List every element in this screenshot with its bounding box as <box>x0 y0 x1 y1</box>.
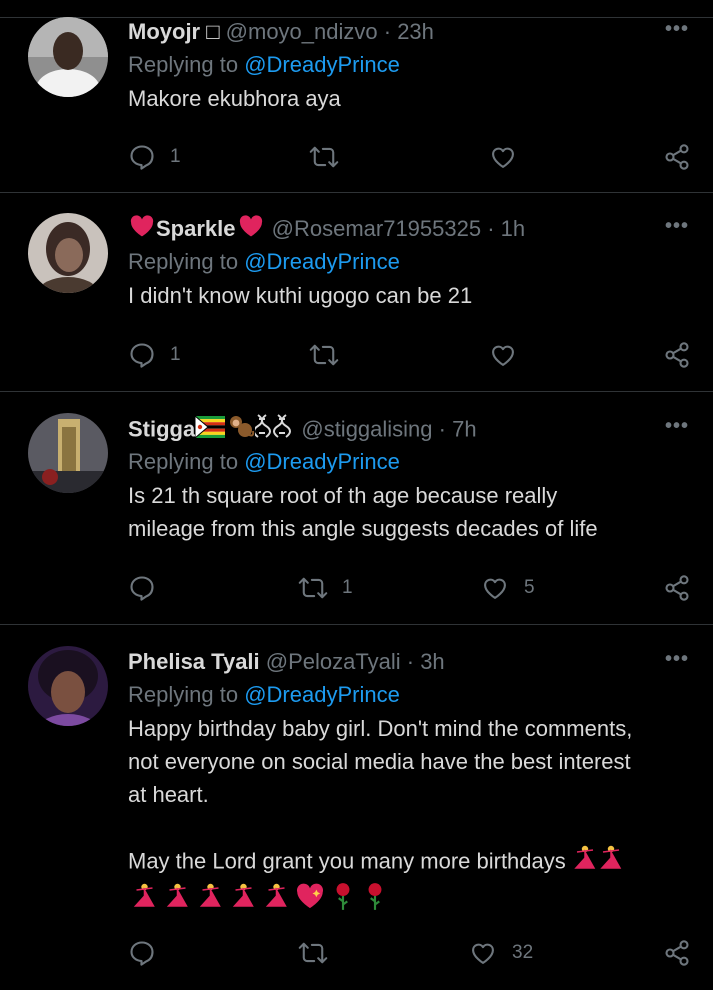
handle[interactable]: @Rosemar71955325 <box>272 216 481 241</box>
display-name[interactable]: Stigga <box>128 416 195 441</box>
tweet-divider <box>0 624 713 625</box>
like-button[interactable]: 5 <box>480 568 535 608</box>
share-button[interactable] <box>663 568 691 608</box>
retweet-icon <box>309 341 339 369</box>
reply-icon <box>128 574 156 602</box>
replying-to: Replying to @DreadyPrince <box>128 249 400 274</box>
timestamp[interactable]: 7h <box>452 416 476 441</box>
mention-link[interactable]: @DreadyPrince <box>244 249 400 274</box>
mention-link[interactable]: @DreadyPrince <box>244 52 400 77</box>
timestamp[interactable]: 23h <box>397 19 434 44</box>
replying-to: Replying to @DreadyPrince <box>128 52 400 77</box>
share-button[interactable] <box>663 933 691 973</box>
more-icon[interactable]: ••• <box>665 648 689 671</box>
reply-icon <box>128 143 156 171</box>
monkey-emoji-icon <box>227 413 255 448</box>
action-bar: 32 <box>128 933 693 973</box>
avatar[interactable] <box>28 213 108 293</box>
more-icon[interactable]: ••• <box>665 18 689 41</box>
tweet-text: Happy birthday baby girl. Don't mind the… <box>128 712 693 920</box>
retweet-button[interactable] <box>309 335 353 375</box>
like-button[interactable] <box>488 335 532 375</box>
heart-emoji-icon <box>128 214 156 247</box>
retweet-button[interactable] <box>298 933 342 973</box>
retweet-button[interactable] <box>309 137 353 177</box>
like-count: 32 <box>512 942 534 963</box>
tweet-text: Makore ekubhora aya <box>128 86 341 111</box>
reply-count: 1 <box>170 344 181 365</box>
display-name[interactable]: Sparkle <box>156 216 236 241</box>
timestamp[interactable]: 1h <box>501 216 525 241</box>
like-icon <box>468 939 498 967</box>
mention-link[interactable]: @DreadyPrince <box>244 449 400 474</box>
action-bar: 1 <box>128 335 693 375</box>
retweet-button[interactable]: 1 <box>298 568 353 608</box>
replying-to: Replying to @DreadyPrince <box>128 449 400 474</box>
share-icon <box>663 939 691 967</box>
tweet-divider <box>0 192 713 193</box>
tweet-text: Is 21 th square root of th age because r… <box>128 483 598 541</box>
retweet-icon <box>298 939 328 967</box>
avatar[interactable] <box>28 646 108 726</box>
action-bar: 1 <box>128 137 693 177</box>
handle[interactable]: @PelozaTyali <box>266 649 401 674</box>
dancer-emoji-icon <box>194 882 227 919</box>
dancer-emoji-icon <box>128 882 161 919</box>
like-button[interactable] <box>488 137 532 177</box>
like-count: 5 <box>524 577 535 598</box>
sparkling-heart-icon <box>293 882 327 919</box>
tweet-text-content: Happy birthday baby girl. Don't mind the… <box>128 716 633 874</box>
share-button[interactable] <box>663 137 691 177</box>
reply-icon <box>128 939 156 967</box>
action-bar: 1 5 <box>128 568 693 608</box>
avatar[interactable] <box>28 17 108 97</box>
handle[interactable]: @moyo_ndizvo <box>226 19 378 44</box>
like-button[interactable]: 32 <box>468 933 533 973</box>
replying-to: Replying to @DreadyPrince <box>128 682 400 707</box>
tweet-header: Phelisa Tyali @PelozaTyali · 3h <box>128 649 445 674</box>
more-icon[interactable]: ••• <box>665 415 689 438</box>
rose-icon <box>327 881 359 920</box>
share-button[interactable] <box>663 335 691 375</box>
dancer-emoji-icon <box>227 882 260 919</box>
tweet-header: Moyojr □ @moyo_ndizvo · 23h <box>128 19 434 44</box>
dna-emoji-icon <box>253 413 295 448</box>
like-icon <box>488 143 518 171</box>
handle[interactable]: @stiggalising <box>301 416 432 441</box>
rose-icon <box>359 881 391 920</box>
reply-button[interactable] <box>128 568 170 608</box>
share-icon <box>663 143 691 171</box>
mention-link[interactable]: @DreadyPrince <box>244 682 400 707</box>
reply-count: 1 <box>170 146 181 167</box>
zimbabwe-flag-icon <box>194 414 226 447</box>
display-name[interactable]: Moyojr <box>128 19 206 44</box>
retweet-icon <box>309 143 339 171</box>
avatar[interactable] <box>28 413 108 493</box>
share-icon <box>663 574 691 602</box>
share-icon <box>663 341 691 369</box>
heart-emoji-icon <box>236 214 266 247</box>
tweet-divider <box>0 391 713 392</box>
dancer-emoji-icon <box>598 844 624 881</box>
display-name[interactable]: Phelisa Tyali <box>128 649 260 674</box>
tweet-text: I didn't know kuthi ugogo can be 21 <box>128 283 473 308</box>
dancer-emoji-icon <box>572 844 598 881</box>
reply-icon <box>128 341 156 369</box>
dancer-emoji-icon <box>260 882 293 919</box>
reply-button[interactable] <box>128 933 170 973</box>
retweet-count: 1 <box>342 577 353 598</box>
reply-button[interactable]: 1 <box>128 137 181 177</box>
timestamp[interactable]: 3h <box>420 649 444 674</box>
more-icon[interactable]: ••• <box>665 215 689 238</box>
dancer-emoji-icon <box>161 882 194 919</box>
retweet-icon <box>298 574 328 602</box>
like-icon <box>480 574 510 602</box>
like-icon <box>488 341 518 369</box>
name-glyph: □ <box>206 19 220 44</box>
tweet-header: Stigga @stiggalising · 7h <box>128 413 693 445</box>
reply-button[interactable]: 1 <box>128 335 181 375</box>
tweet-header: Sparkle @Rosemar71955325 · 1h <box>128 213 693 245</box>
